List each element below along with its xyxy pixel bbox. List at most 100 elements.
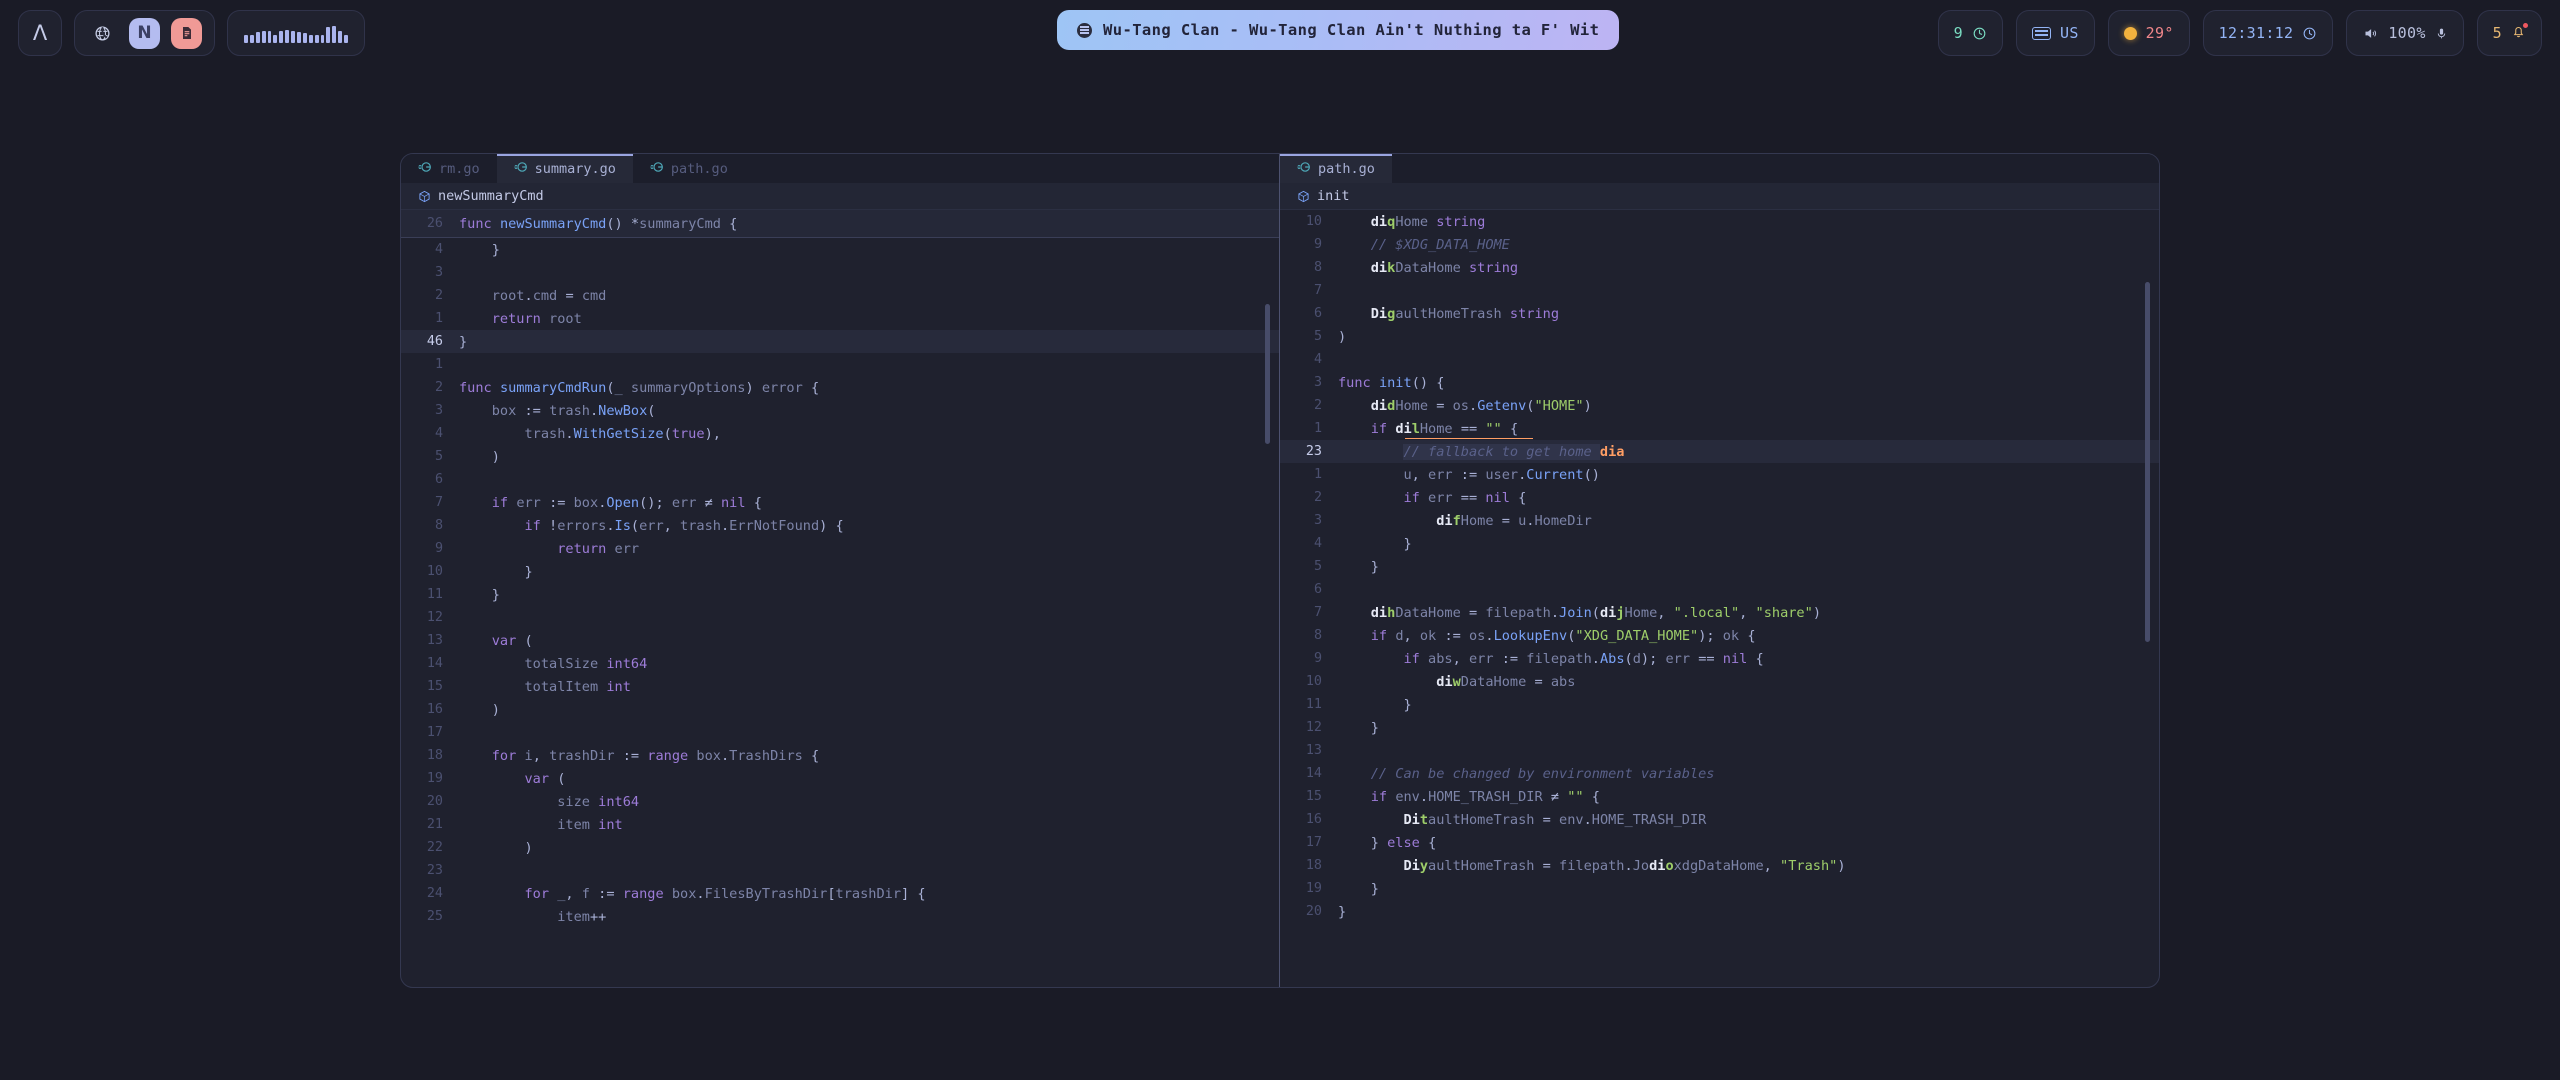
visualizer-bar [262,31,266,43]
line-number: 12 [1280,720,1338,735]
now-playing-title: Wu-Tang Clan - Wu-Tang Clan Ain't Nuthin… [1103,21,1599,39]
code-line: 15 totalItem int [401,675,1279,698]
tab-label: path.go [1318,161,1375,177]
code-line: 14 totalSize int64 [401,652,1279,675]
tab-path-go[interactable]: path.go [1280,154,1392,183]
code-line: 1 u, err := user.Current() [1280,463,2159,486]
line-number: 21 [401,817,459,832]
status-keyboard-layout[interactable]: US [2016,10,2095,56]
topbar-right-cluster: 9 US 29° 12:31:12 [1938,10,2542,56]
code-line: 26func newSummaryCmd() *summaryCmd { [401,212,1279,235]
cube-icon [1297,190,1310,203]
line-number: 17 [401,725,459,740]
microphone-icon [2435,26,2448,41]
code-line: 6 [401,468,1279,491]
code-line: 13 [1280,739,2159,762]
line-number: 1 [1280,467,1338,482]
line-number: 23 [401,863,459,878]
status-updates[interactable]: 9 [1938,10,2003,56]
line-number: 14 [1280,766,1338,781]
neovim-icon[interactable]: N [129,18,160,49]
line-content: diqHome string [1338,214,1485,230]
status-notifications[interactable]: 5 [2477,10,2542,56]
editor-pane-right: path.go init 10 diqHome string9 // $XDG_… [1279,154,2159,987]
line-content: difHome = u.HomeDir [1338,513,1592,529]
visualizer-bar [244,35,248,43]
line-number: 9 [1280,237,1338,252]
code-line: 9 if abs, err := filepath.Abs(d); err ==… [1280,647,2159,670]
scrollbar-right[interactable] [2145,282,2150,642]
code-line: 12 [401,606,1279,629]
line-content: DitaultHomeTrash = env.HOME_TRASH_DIR [1338,812,1706,828]
line-number: 3 [1280,513,1338,528]
code-line: 7 [1280,279,2159,302]
tab-summary-go[interactable]: summary.go [497,154,633,183]
status-weather[interactable]: 29° [2108,10,2190,56]
visualizer-bar [315,35,319,43]
speaker-icon [2362,26,2379,41]
line-content: } [459,334,467,350]
code-line: 3 difHome = u.HomeDir [1280,509,2159,532]
taskbar: N [74,10,215,56]
line-content: // fallback to get home dia [1338,444,1624,460]
tab-path-go[interactable]: path.go [633,154,745,183]
cube-icon [418,190,431,203]
code-line: 1 [401,353,1279,376]
code-line: 8 if !errors.Is(err, trash.ErrNotFound) … [401,514,1279,537]
line-content: } [1338,697,1412,713]
line-number: 5 [401,449,459,464]
bell-icon-wrap [2511,24,2526,43]
line-content: totalSize int64 [459,656,647,672]
visualizer-bars [244,23,348,43]
code-line: 18 DiyaultHomeTrash = filepath.JodioxdgD… [1280,854,2159,877]
visualizer-bar [332,26,336,43]
line-number: 18 [1280,858,1338,873]
go-file-icon [1297,160,1311,174]
line-content: } else { [1338,835,1436,851]
line-number: 4 [401,242,459,257]
code-line: 5) [1280,325,2159,348]
line-number: 3 [1280,375,1338,390]
line-number: 2 [1280,398,1338,413]
code-line: 4 } [1280,532,2159,555]
code-line: 9 // $XDG_DATA_HOME [1280,233,2159,256]
code-line: 10 diwDataHome = abs [1280,670,2159,693]
line-content: return err [459,541,639,557]
launcher-button[interactable]: Λ [18,10,62,56]
document-icon[interactable] [171,18,202,49]
status-volume[interactable]: 100% [2346,10,2463,56]
line-number: 11 [401,587,459,602]
line-content: return root [459,311,582,327]
refresh-icon [1972,26,1987,41]
code-area-left[interactable]: 26func newSummaryCmd() *summaryCmd {4 }3… [401,210,1279,987]
media-player-pill[interactable]: Wu-Tang Clan - Wu-Tang Clan Ain't Nuthin… [1057,10,1619,50]
visualizer-bar [297,32,301,43]
visualizer-bar [309,35,313,43]
breadcrumb-left: newSummaryCmd [401,183,1279,210]
code-line: 6 [1280,578,2159,601]
code-line: 17 } else { [1280,831,2159,854]
line-content: } [1338,720,1379,736]
line-number: 7 [1280,605,1338,620]
visualizer-bar [279,31,283,43]
code-line: 12 } [1280,716,2159,739]
code-line: 3func init() { [1280,371,2159,394]
line-content: ) [1338,329,1346,345]
line-content: for _, f := range box.FilesByTrashDir[tr… [459,886,926,902]
audio-visualizer[interactable] [227,10,365,56]
line-number: 46 [401,334,459,349]
status-clock[interactable]: 12:31:12 [2203,10,2334,56]
line-content: size int64 [459,794,639,810]
code-line: 22 ) [401,836,1279,859]
code-line: 9 return err [401,537,1279,560]
browser-icon[interactable] [87,18,118,49]
code-line: 6 DigaultHomeTrash string [1280,302,2159,325]
line-content: // Can be changed by environment variabl… [1338,766,1714,782]
line-content: ) [459,449,500,465]
tab-rm-go[interactable]: rm.go [401,154,497,183]
code-line: 20 size int64 [401,790,1279,813]
line-number: 10 [1280,214,1338,229]
scrollbar-left[interactable] [1265,304,1270,444]
neovim-window: rm.gosummary.gopath.go newSummaryCmd 26f… [400,153,2160,988]
code-area-right[interactable]: 10 diqHome string9 // $XDG_DATA_HOME8 di… [1280,210,2159,987]
